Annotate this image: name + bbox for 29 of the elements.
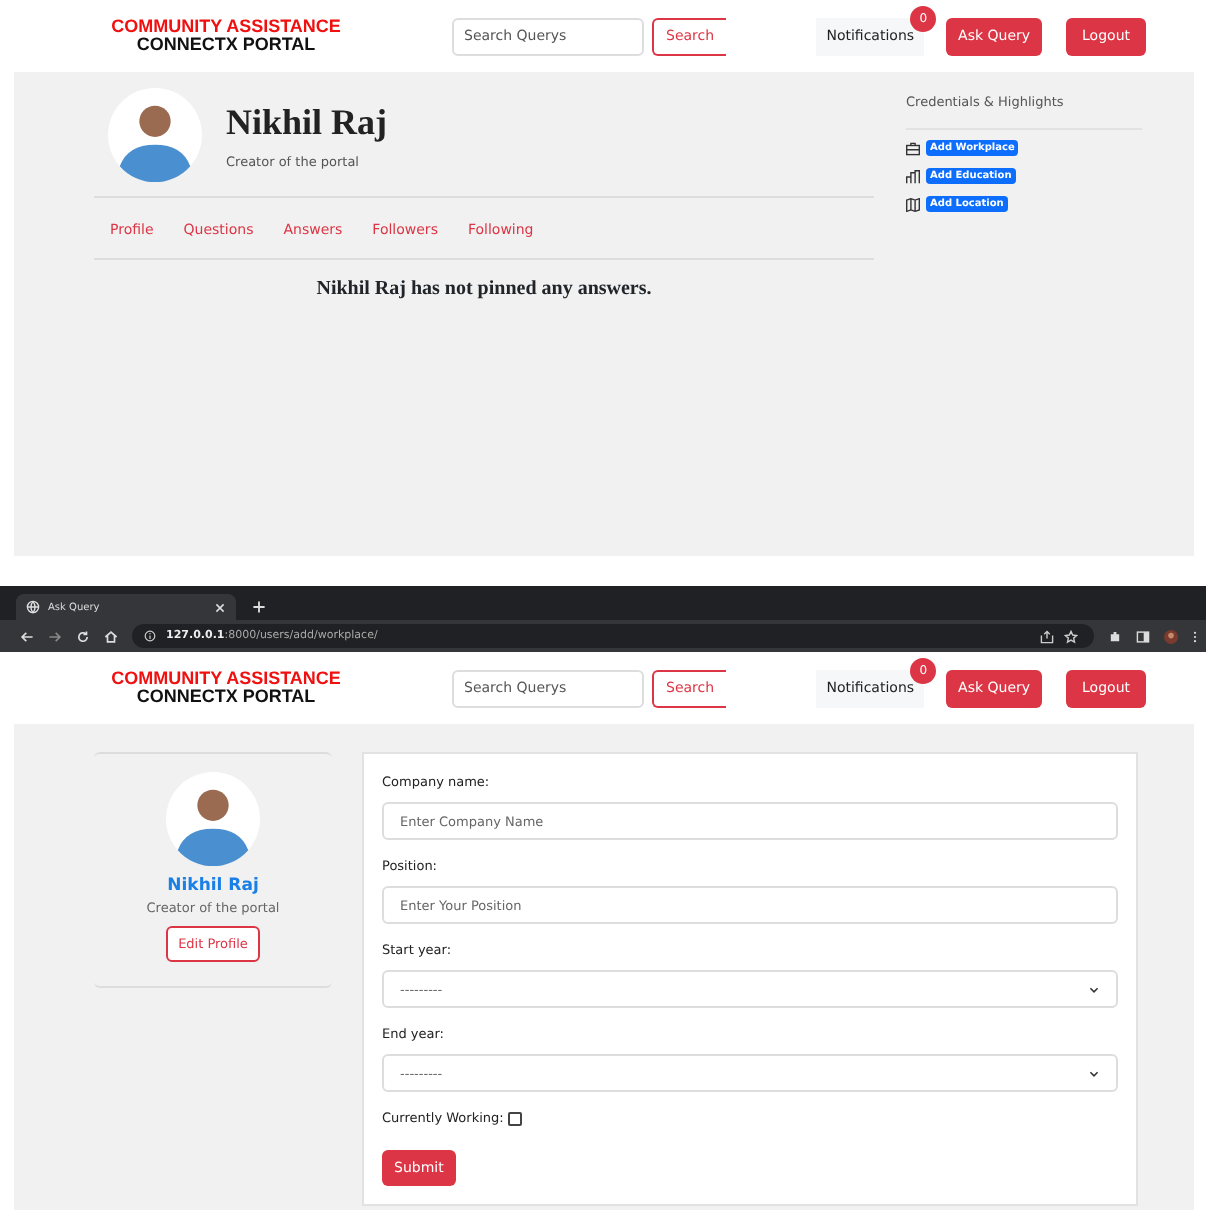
share-icon[interactable] [1040, 629, 1054, 643]
chevron-down-icon [1088, 1067, 1100, 1079]
star-icon[interactable] [1064, 629, 1078, 643]
brand-title[interactable]: COMMUNITY ASSISTANCE [111, 18, 341, 36]
puzzle-icon[interactable] [1108, 629, 1122, 643]
checkbox[interactable] [507, 1111, 522, 1125]
map-icon [906, 197, 920, 211]
account-avatar[interactable] [1164, 629, 1178, 643]
chevron-down-icon [1088, 983, 1100, 995]
sidebar-icon[interactable] [1136, 629, 1150, 643]
home-icon[interactable] [104, 629, 118, 643]
brand-subtitle[interactable]: CONNECTX PORTAL [136, 36, 316, 54]
brand-subtitle[interactable]: CONNECTX PORTAL [136, 688, 316, 706]
avatar [166, 772, 260, 866]
avatar [108, 88, 202, 182]
back-icon[interactable] [20, 629, 34, 643]
info-icon [144, 630, 156, 642]
menu-icon[interactable] [1192, 629, 1198, 643]
building-icon [906, 169, 920, 183]
globe-icon [26, 600, 40, 614]
brand-title[interactable]: COMMUNITY ASSISTANCE [111, 670, 341, 688]
new-tab-icon[interactable] [252, 600, 266, 614]
empty-message: Nikhil Raj has not pinned any answers. [314, 278, 654, 300]
close-icon[interactable] [214, 601, 226, 613]
forward-icon[interactable] [48, 629, 62, 643]
user-name: Nikhil Raj [226, 101, 388, 143]
reload-icon[interactable] [76, 629, 90, 643]
briefcase-icon [906, 141, 920, 155]
user-name: Nikhil Raj [167, 876, 259, 896]
